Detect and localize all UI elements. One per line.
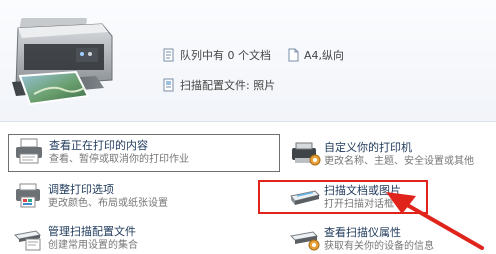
task-description: 查看、暂停或取消你的打印作业 bbox=[49, 154, 189, 165]
printer-settings-icon bbox=[292, 142, 321, 166]
task-title[interactable]: 查看正在打印的内容 bbox=[49, 139, 189, 153]
scan-profile: 扫描配置文件: 照片 bbox=[162, 77, 275, 93]
task-manage-scan-profiles[interactable]: 管理扫描配置文件 创建常用设置的集合 bbox=[12, 223, 252, 253]
scanner-properties-icon bbox=[289, 231, 320, 251]
task-title[interactable]: 自定义你的打印机 bbox=[324, 141, 474, 155]
printer-queue-icon bbox=[16, 138, 42, 164]
task-description: 更改颜色、布局或纸张设置 bbox=[48, 198, 168, 209]
printer-name bbox=[150, 11, 234, 25]
task-title[interactable]: 管理扫描配置文件 bbox=[48, 225, 138, 239]
queue-status: 队列中有 0 个文档 bbox=[162, 47, 271, 63]
print-options-icon bbox=[16, 183, 40, 208]
task-view-print-queue[interactable]: 查看正在打印的内容 查看、暂停或取消你的打印作业 bbox=[8, 134, 280, 172]
paper-size: A4,纵向 bbox=[286, 47, 344, 63]
task-print-options[interactable]: 调整打印选项 更改颜色、布局或纸张设置 bbox=[12, 181, 252, 211]
document-queue-icon bbox=[163, 48, 174, 62]
task-description: 创建常用设置的集合 bbox=[48, 240, 138, 251]
scan-profile-small-icon bbox=[163, 78, 174, 92]
device-header: 队列中有 0 个文档 A4,纵向 扫描配置文件: 照片 bbox=[0, 0, 496, 122]
task-title[interactable]: 调整打印选项 bbox=[48, 183, 168, 197]
task-description: 更改名称、主题、安全设置或其他 bbox=[324, 156, 474, 167]
printer-device-icon bbox=[12, 18, 113, 106]
paper-icon bbox=[288, 48, 299, 62]
red-arrow-annotation bbox=[386, 192, 484, 250]
scan-profile-icon bbox=[13, 230, 42, 251]
task-customize-printer[interactable]: 自定义你的打印机 更改名称、主题、安全设置或其他 bbox=[288, 139, 488, 169]
